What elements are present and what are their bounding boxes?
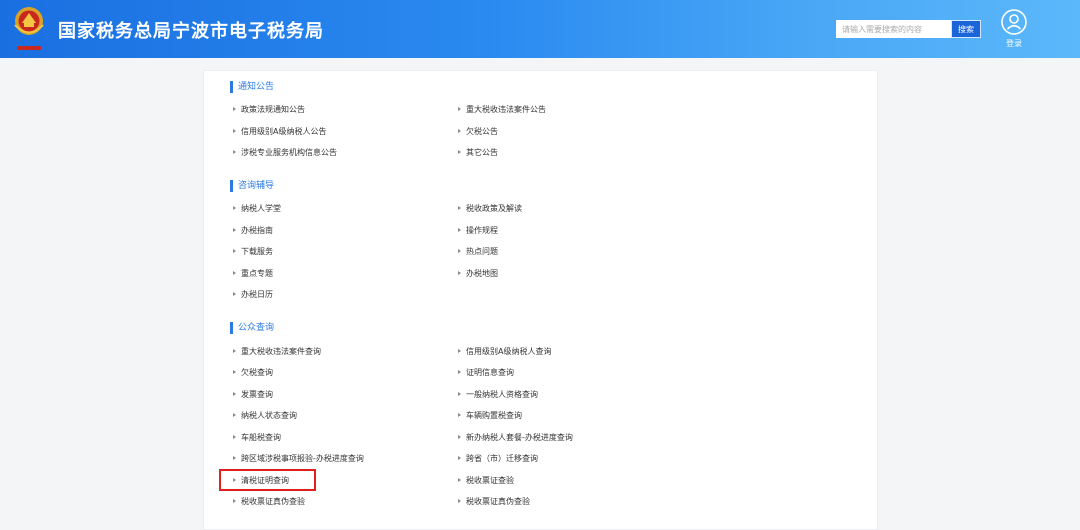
link-vehicle-purchase-tax-query[interactable]: 车辆购置税查询 <box>458 410 522 421</box>
search-button[interactable]: 搜索 <box>951 20 981 38</box>
link-tax-arrears-query[interactable]: 欠税查询 <box>233 367 273 378</box>
link-tax-arrears-notices[interactable]: 欠税公告 <box>458 126 498 137</box>
link-tax-map[interactable]: 办税地图 <box>458 268 498 279</box>
service-panel: 通知公告 政策法规通知公告 重大税收违法案件公告 信用级别A级纳税人公告 欠税公… <box>203 70 878 530</box>
link-tax-receipt-verification[interactable]: 税收票证查验 <box>458 475 514 486</box>
link-download-service[interactable]: 下载服务 <box>233 246 273 257</box>
user-avatar-icon <box>1001 9 1027 35</box>
section-title-notices: 通知公告 <box>230 81 274 93</box>
tax-emblem-icon <box>14 7 44 50</box>
link-operation-rules[interactable]: 操作规程 <box>458 225 498 236</box>
link-a-level-taxpayer-query[interactable]: 信用级别A级纳税人查询 <box>458 346 551 357</box>
link-tax-receipt-authenticity-check-2[interactable]: 税收票证真伪查验 <box>458 496 530 507</box>
link-cross-region-progress-query[interactable]: 跨区域涉税事项报验-办税进度查询 <box>233 453 364 464</box>
link-other-notices[interactable]: 其它公告 <box>458 147 498 158</box>
link-tax-guide[interactable]: 办税指南 <box>233 225 273 236</box>
link-general-taxpayer-qualification-query[interactable]: 一般纳税人资格查询 <box>458 389 538 400</box>
link-taxpayer-school[interactable]: 纳税人学堂 <box>233 203 281 214</box>
section-title-consulting: 咨询辅导 <box>230 180 274 192</box>
section-title-public-query: 公众查询 <box>230 322 274 334</box>
link-tax-policy-interpretation[interactable]: 税收政策及解读 <box>458 203 522 214</box>
link-cross-province-migration-query[interactable]: 跨省（市）迁移查询 <box>458 453 538 464</box>
link-policy-notices[interactable]: 政策法规通知公告 <box>233 104 305 115</box>
login-button[interactable]: 登录 <box>999 9 1029 49</box>
link-key-topics[interactable]: 重点专题 <box>233 268 273 279</box>
link-major-violation-notices[interactable]: 重大税收违法案件公告 <box>458 104 546 115</box>
top-banner: 国家税务总局宁波市电子税务局 搜索 登录 <box>0 0 1080 58</box>
login-label: 登录 <box>1006 39 1022 48</box>
site-title: 国家税务总局宁波市电子税务局 <box>58 21 324 42</box>
link-major-violation-query[interactable]: 重大税收违法案件查询 <box>233 346 321 357</box>
search-input[interactable] <box>836 20 958 38</box>
link-a-level-taxpayer-notices[interactable]: 信用级别A级纳税人公告 <box>233 126 326 137</box>
link-certificate-info-query[interactable]: 证明信息查询 <box>458 367 514 378</box>
link-hot-issues[interactable]: 热点问题 <box>458 246 498 257</box>
link-tax-agency-info-notices[interactable]: 涉税专业服务机构信息公告 <box>233 147 337 158</box>
link-invoice-query[interactable]: 发票查询 <box>233 389 273 400</box>
link-taxpayer-status-query[interactable]: 纳税人状态查询 <box>233 410 297 421</box>
link-vessel-tax-query[interactable]: 车船税查询 <box>233 432 281 443</box>
link-new-taxpayer-progress-query[interactable]: 新办纳税人套餐-办税进度查询 <box>458 432 573 443</box>
link-tax-receipt-authenticity-check[interactable]: 税收票证真伪查验 <box>233 496 305 507</box>
highlight-box <box>219 469 316 491</box>
link-tax-calendar[interactable]: 办税日历 <box>233 289 273 300</box>
